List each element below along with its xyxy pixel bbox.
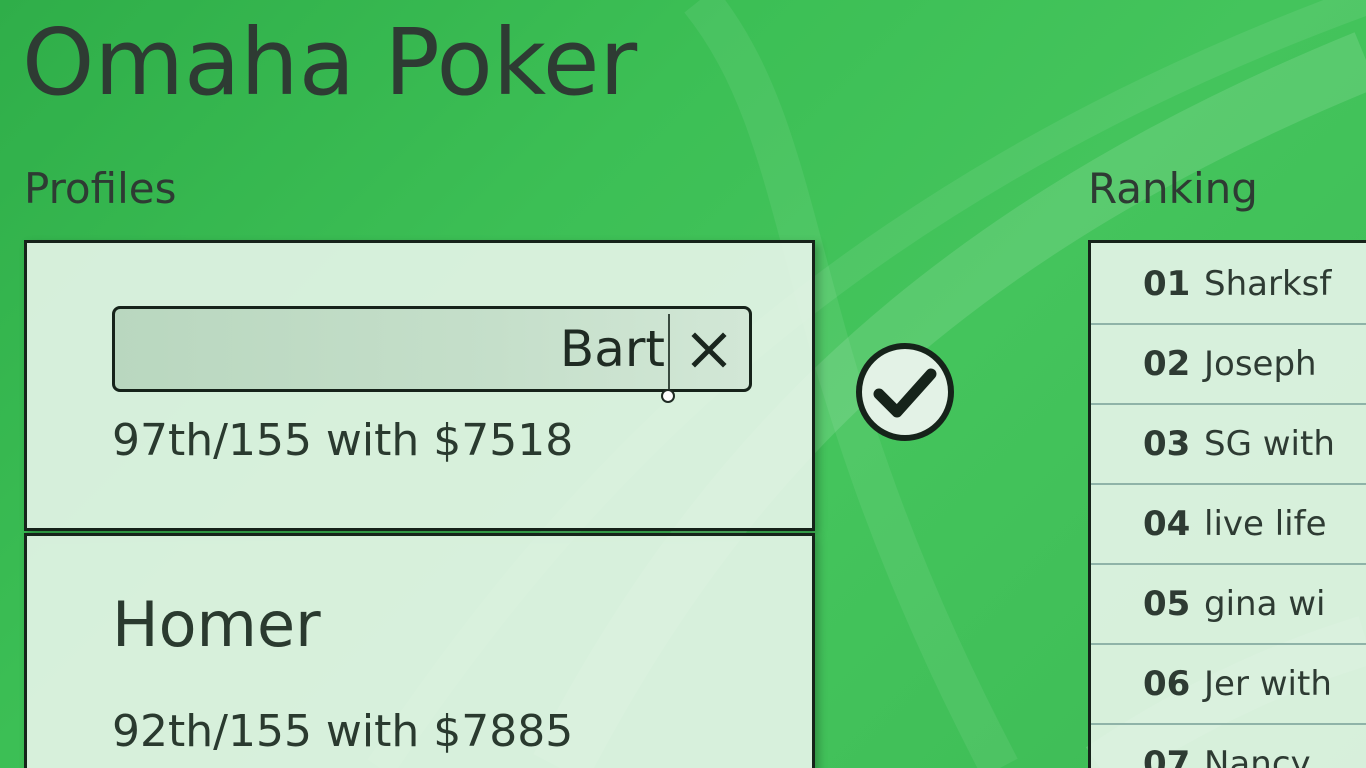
profile-name: Homer <box>112 588 321 661</box>
app-title: Omaha Poker <box>22 9 638 116</box>
rank-entry: Nancy <box>1204 744 1311 768</box>
ranking-heading: Ranking <box>1088 164 1258 213</box>
clear-button[interactable] <box>679 319 739 381</box>
ranking-item[interactable]: 03 SG with <box>1091 405 1366 485</box>
profile-card-editing[interactable]: 97th/155 with $7518 <box>24 240 815 531</box>
rank-number: 04 <box>1143 504 1191 544</box>
rank-entry: Sharksf <box>1204 264 1332 304</box>
profile-name-input[interactable] <box>125 309 665 389</box>
rank-number: 01 <box>1143 264 1191 304</box>
ranking-item[interactable]: 04 live life <box>1091 485 1366 565</box>
rank-number: 07 <box>1143 744 1191 768</box>
profiles-heading: Profiles <box>24 164 177 213</box>
rank-number: 06 <box>1143 664 1191 704</box>
ranking-item[interactable]: 05 gina wi <box>1091 565 1366 645</box>
rank-number: 03 <box>1143 424 1191 464</box>
ranking-item[interactable]: 06 Jer with <box>1091 645 1366 725</box>
rank-entry: Jer with <box>1204 664 1332 704</box>
checkmark-circle-icon <box>856 343 954 441</box>
ranking-item[interactable]: 02 Joseph <box>1091 325 1366 405</box>
profile-stats: 92th/155 with $7885 <box>112 706 574 757</box>
rank-entry: gina wi <box>1204 584 1326 624</box>
rank-number: 05 <box>1143 584 1191 624</box>
ranking-list[interactable]: 01 Sharksf 02 Joseph 03 SG with 04 live … <box>1088 240 1366 768</box>
profile-name-field[interactable] <box>112 306 752 403</box>
ranking-item[interactable]: 07 Nancy <box>1091 725 1366 768</box>
rank-entry: Joseph <box>1204 344 1317 384</box>
text-caret <box>668 314 670 390</box>
rank-entry: SG with <box>1204 424 1335 464</box>
confirm-button[interactable] <box>855 342 955 442</box>
profile-card[interactable]: Homer 92th/155 with $7885 <box>24 533 815 768</box>
close-icon <box>691 332 727 368</box>
ranking-item[interactable]: 01 Sharksf <box>1091 245 1366 325</box>
profile-stats: 97th/155 with $7518 <box>112 415 574 466</box>
rank-number: 02 <box>1143 344 1191 384</box>
caret-handle[interactable] <box>661 389 675 403</box>
rank-entry: live life <box>1204 504 1327 544</box>
